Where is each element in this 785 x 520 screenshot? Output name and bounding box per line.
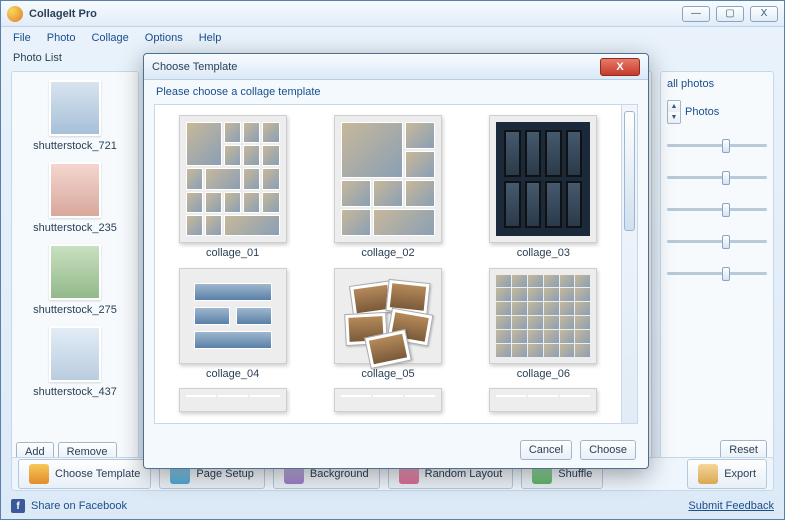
photo-label: shutterstock_437 — [16, 386, 134, 398]
template-item[interactable]: collage_01 — [169, 115, 296, 260]
photo-thumb[interactable] — [49, 80, 101, 136]
slider-2[interactable] — [667, 176, 767, 179]
export-icon — [698, 464, 718, 484]
menu-file[interactable]: File — [13, 32, 31, 44]
slider-1[interactable] — [667, 144, 767, 147]
app-title: CollageIt Pro — [29, 8, 682, 20]
photo-thumb[interactable] — [49, 162, 101, 218]
template-label: collage_06 — [517, 368, 570, 380]
choose-template-dialog: Choose Template X Please choose a collag… — [143, 53, 649, 469]
photo-thumb[interactable] — [49, 326, 101, 382]
slider-knob[interactable] — [722, 171, 730, 185]
template-thumb — [489, 388, 597, 412]
submit-feedback-link[interactable]: Submit Feedback — [688, 500, 774, 512]
slider-3[interactable] — [667, 208, 767, 211]
app-icon — [7, 6, 23, 22]
photos-stepper[interactable]: ▲ ▼ — [667, 100, 681, 124]
footer: f Share on Facebook Submit Feedback — [11, 499, 774, 513]
menu-collage[interactable]: Collage — [91, 32, 128, 44]
all-photos-row: all photos — [667, 78, 767, 90]
photo-label: shutterstock_275 — [16, 304, 134, 316]
template-item[interactable]: collage_04 — [169, 268, 296, 381]
stepper-up-icon[interactable]: ▲ — [668, 101, 680, 112]
facebook-icon: f — [11, 499, 25, 513]
photo-list-panel: shutterstock_721 shutterstock_235 shutte… — [11, 71, 139, 467]
photos-stepper-row: ▲ ▼ Photos — [667, 100, 767, 124]
settings-panel: all photos ▲ ▼ Photos Reset — [660, 71, 774, 467]
background-label: Background — [310, 468, 369, 480]
menu-help[interactable]: Help — [199, 32, 222, 44]
slider-knob[interactable] — [722, 235, 730, 249]
dialog-subtitle: Please choose a collage template — [144, 80, 648, 104]
choose-template-label: Choose Template — [55, 468, 140, 480]
template-item[interactable]: collage_05 — [324, 268, 451, 381]
template-grid: collage_01 collage_02 — [155, 105, 621, 423]
scrollbar-thumb[interactable] — [624, 111, 635, 231]
template-label: collage_02 — [361, 247, 414, 259]
minimize-button[interactable]: — — [682, 6, 710, 22]
template-label: collage_05 — [361, 368, 414, 380]
slider-knob[interactable] — [722, 139, 730, 153]
menu-options[interactable]: Options — [145, 32, 183, 44]
template-item[interactable] — [480, 388, 607, 413]
close-button[interactable]: X — [750, 6, 778, 22]
template-thumb — [334, 388, 442, 412]
photo-thumb[interactable] — [49, 244, 101, 300]
photo-label: shutterstock_721 — [16, 140, 134, 152]
dialog-body: collage_01 collage_02 — [154, 104, 638, 424]
template-thumb — [334, 115, 442, 243]
dialog-footer: Cancel Choose — [144, 432, 648, 468]
template-thumb — [179, 388, 287, 412]
template-item[interactable] — [169, 388, 296, 413]
template-label: collage_03 — [517, 247, 570, 259]
photos-label: Photos — [685, 106, 719, 118]
dialog-title: Choose Template — [152, 61, 600, 73]
dialog-close-button[interactable]: X — [600, 58, 640, 76]
template-item[interactable]: collage_06 — [480, 268, 607, 381]
template-item[interactable]: collage_02 — [324, 115, 451, 260]
share-label: Share on Facebook — [31, 500, 127, 512]
template-thumb — [489, 268, 597, 364]
template-icon — [29, 464, 49, 484]
share-facebook-link[interactable]: f Share on Facebook — [11, 499, 127, 513]
template-item[interactable]: collage_03 — [480, 115, 607, 260]
photo-list-label: Photo List — [13, 52, 62, 64]
maximize-button[interactable]: ▢ — [716, 6, 744, 22]
export-label: Export — [724, 468, 756, 480]
slider-knob[interactable] — [722, 267, 730, 281]
template-label: collage_04 — [206, 368, 259, 380]
dialog-titlebar: Choose Template X — [144, 54, 648, 80]
menu-photo[interactable]: Photo — [47, 32, 76, 44]
choose-button[interactable]: Choose — [580, 440, 636, 460]
random-layout-label: Random Layout — [425, 468, 503, 480]
cancel-button[interactable]: Cancel — [520, 440, 572, 460]
template-label: collage_01 — [206, 247, 259, 259]
template-thumb — [179, 268, 287, 364]
dialog-scrollbar[interactable] — [621, 105, 637, 423]
page-setup-label: Page Setup — [196, 468, 254, 480]
template-thumb — [334, 268, 442, 364]
slider-4[interactable] — [667, 240, 767, 243]
slider-5[interactable] — [667, 272, 767, 275]
template-thumb — [179, 115, 287, 243]
shuffle-label: Shuffle — [558, 468, 592, 480]
titlebar: CollageIt Pro — ▢ X — [1, 1, 784, 27]
template-item[interactable] — [324, 388, 451, 413]
export-button[interactable]: Export — [687, 459, 767, 489]
photo-label: shutterstock_235 — [16, 222, 134, 234]
all-photos-label: all photos — [667, 78, 714, 90]
main-window: CollageIt Pro — ▢ X File Photo Collage O… — [0, 0, 785, 520]
slider-knob[interactable] — [722, 203, 730, 217]
template-thumb — [489, 115, 597, 243]
choose-template-button[interactable]: Choose Template — [18, 459, 151, 489]
menubar: File Photo Collage Options Help — [1, 27, 784, 49]
stepper-down-icon[interactable]: ▼ — [668, 112, 680, 123]
